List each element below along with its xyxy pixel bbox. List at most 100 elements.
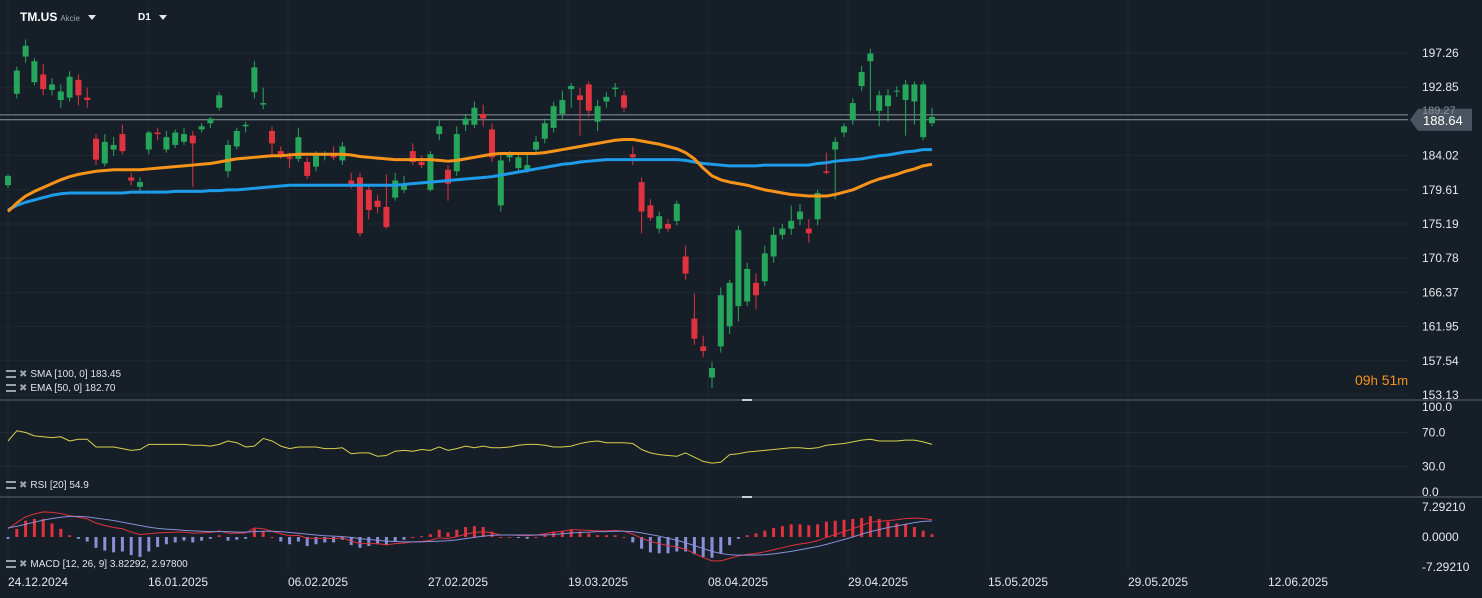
- candle-body: [242, 124, 249, 127]
- price-tick-label: 157.54: [1422, 354, 1459, 368]
- chart-canvas[interactable]: 197.26 192.85 184.02 179.61 175.19 170.78 166.…: [0, 0, 1482, 598]
- close-icon[interactable]: ✖: [19, 369, 27, 380]
- close-icon[interactable]: ✖: [19, 559, 27, 570]
- settings-icon[interactable]: [6, 370, 16, 379]
- macd-histogram-bar: [191, 537, 195, 543]
- macd-histogram-bar: [288, 537, 292, 545]
- close-icon[interactable]: ✖: [19, 480, 27, 491]
- candle-body: [735, 230, 742, 307]
- settings-icon[interactable]: [6, 384, 16, 393]
- candle-body: [753, 282, 759, 296]
- candle: [603, 92, 610, 108]
- macd-histogram-bar: [437, 529, 441, 537]
- macd-tick-label: -7.29210: [1422, 560, 1470, 574]
- candle-body: [726, 282, 733, 327]
- macd-histogram-bar: [112, 537, 116, 553]
- candle: [269, 126, 275, 158]
- timer-hours-unit: h: [1370, 373, 1378, 388]
- date-tick-label: 06.02.2025: [288, 575, 348, 589]
- macd-histogram-bar: [921, 530, 925, 537]
- candle: [66, 71, 73, 102]
- candle-body: [612, 87, 619, 90]
- legend-sma[interactable]: ✖ SMA [100, 0] 183.45: [6, 369, 121, 380]
- candle: [260, 87, 267, 110]
- candle: [93, 134, 99, 166]
- candle-body: [198, 126, 205, 130]
- candle: [128, 172, 135, 186]
- candle-body: [849, 103, 856, 121]
- macd-histogram-bar: [76, 537, 80, 539]
- candle: [629, 146, 636, 166]
- macd-histogram-bar: [296, 537, 300, 542]
- candle-body: [541, 123, 548, 139]
- candle: [673, 200, 680, 226]
- macd-histogram-bar: [261, 531, 265, 537]
- candle: [541, 118, 548, 144]
- candle: [251, 61, 258, 99]
- macd-label: MACD [12, 26, 9]: [30, 559, 108, 570]
- sma-label: SMA [100, 0]: [30, 369, 88, 380]
- macd-histogram-bar: [85, 537, 89, 542]
- candle: [841, 123, 847, 138]
- candle: [735, 225, 742, 322]
- candle: [13, 66, 20, 99]
- price-tick-label: 184.02: [1422, 149, 1459, 163]
- interval-selector[interactable]: D1: [138, 12, 167, 23]
- candle-body: [559, 99, 566, 114]
- legend-rsi[interactable]: ✖ RSI [20] 54.9: [6, 480, 89, 491]
- macd-histogram-bar: [604, 535, 608, 537]
- candle-body: [709, 368, 715, 378]
- candle-body: [383, 206, 390, 228]
- candle-body: [876, 95, 883, 111]
- candle-body: [621, 95, 627, 108]
- candle: [40, 64, 47, 96]
- settings-icon[interactable]: [6, 560, 16, 569]
- candle-body: [779, 228, 786, 235]
- candle-body: [717, 295, 724, 347]
- settings-icon[interactable]: [6, 481, 16, 490]
- macd-histogram-bar: [402, 537, 406, 540]
- candle: [75, 74, 82, 106]
- legend-ema[interactable]: ✖ EMA [50, 0] 182.70: [6, 383, 115, 394]
- macd-histogram-bar: [508, 537, 512, 538]
- macd-histogram-bar: [648, 537, 652, 553]
- candle: [216, 92, 223, 111]
- candle: [374, 194, 381, 214]
- timer-hours: 09: [1355, 372, 1371, 388]
- candle: [453, 126, 460, 176]
- candle: [110, 137, 117, 156]
- macd-histogram-bar: [24, 520, 28, 537]
- macd-histogram-bar: [816, 524, 820, 537]
- candle-body: [744, 268, 751, 302]
- macd-histogram-bar: [534, 537, 538, 538]
- candle-body: [5, 175, 11, 186]
- candle: [84, 87, 91, 108]
- chevron-down-icon: [87, 15, 96, 21]
- macd-histogram-bar: [270, 537, 274, 538]
- candle-body: [550, 106, 557, 128]
- rsi-line: [7, 430, 933, 464]
- macd-histogram-bar: [675, 537, 679, 552]
- price-tick-label: 179.61: [1422, 183, 1459, 197]
- macd-histogram-bar: [217, 535, 221, 537]
- macd-histogram-bar: [235, 537, 239, 540]
- macd-histogram-bar: [587, 533, 591, 537]
- candle-body: [673, 203, 680, 221]
- candle: [462, 113, 469, 131]
- macd-histogram-bar: [208, 537, 212, 539]
- candle-body: [277, 151, 284, 155]
- macd-histogram-bar: [613, 535, 617, 537]
- legend-macd[interactable]: ✖ MACD [12, 26, 9] 3.82292, 2.97800: [6, 559, 188, 570]
- macd-histogram-bar: [596, 535, 600, 537]
- candle-body: [594, 106, 601, 122]
- candle-body: [885, 95, 891, 107]
- candle-body: [13, 70, 20, 94]
- candle-body: [119, 134, 126, 152]
- close-icon[interactable]: ✖: [19, 383, 27, 394]
- chart-window[interactable]: 197.26 192.85 184.02 179.61 175.19 170.78 166.…: [0, 0, 1482, 598]
- macd-tick-label: 7.29210: [1422, 500, 1466, 514]
- symbol-selector[interactable]: TM.US Akcie: [20, 10, 96, 24]
- candle: [885, 89, 891, 122]
- candle-body: [75, 79, 82, 96]
- macd-tick-label: 0.0000: [1422, 530, 1459, 544]
